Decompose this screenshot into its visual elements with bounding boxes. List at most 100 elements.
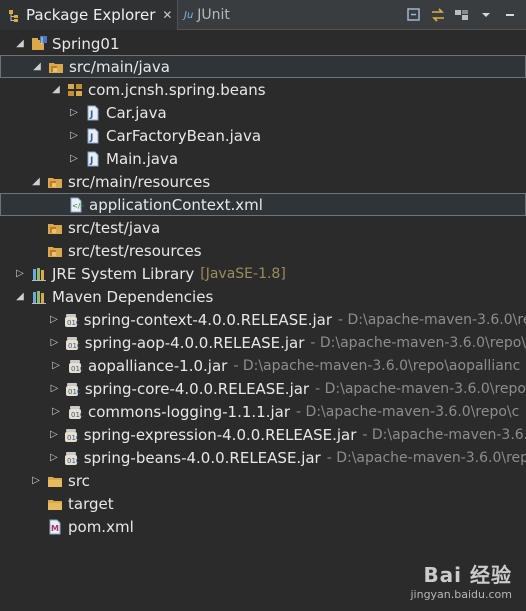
collapsed-twisty-icon[interactable]: ▷ (68, 130, 80, 141)
tree-item[interactable]: target (0, 492, 526, 515)
tree-item[interactable]: ▷ 010 spring-expression-4.0.0.RELEASE.jar -… (0, 423, 526, 446)
collapsed-twisty-icon[interactable]: ▷ (30, 475, 42, 486)
svg-text:010: 010 (68, 388, 80, 396)
svg-text:J: J (89, 133, 93, 143)
svg-text:J: J (89, 156, 93, 166)
expanded-twisty-icon[interactable]: ◢ (30, 176, 42, 187)
expanded-twisty-icon[interactable]: ◢ (50, 84, 62, 95)
collapse-all-icon[interactable] (406, 7, 422, 23)
expanded-twisty-icon[interactable]: ◢ (14, 38, 26, 49)
java-file-icon: J (85, 151, 101, 167)
collapsed-twisty-icon[interactable]: ▷ (50, 429, 58, 440)
collapsed-twisty-icon[interactable]: ▷ (50, 360, 62, 371)
baidu-watermark: Bai 经验 jingyan.baidu.com (410, 559, 512, 601)
svg-text:M: M (51, 524, 59, 533)
focus-icon[interactable] (454, 7, 470, 23)
maven-pom-icon: M (47, 519, 63, 535)
svg-text:J: J (40, 36, 43, 44)
tree-item-label: aopalliance-1.0.jar (88, 356, 228, 375)
collapsed-twisty-icon[interactable]: ▷ (50, 452, 58, 463)
project-icon: J (31, 35, 47, 52)
svg-text:</>: </> (72, 202, 84, 210)
svg-text:010: 010 (71, 365, 83, 373)
tree-item-decoration: - D:\apache-maven-3.6.0\repo\c (296, 403, 520, 420)
tree-item-label: CarFactoryBean.java (106, 126, 262, 145)
svg-text:010: 010 (71, 411, 83, 419)
minimize-icon[interactable] (502, 7, 518, 23)
view-menu-icon[interactable] (478, 7, 494, 23)
tree-item-label: Car.java (106, 103, 167, 122)
tree-item[interactable]: ◢ Maven Dependencies (0, 285, 526, 308)
tree-item-decoration: - D:\apache-maven-3.6.0\rep (326, 449, 526, 466)
tree-item[interactable]: ▷ src (0, 469, 526, 492)
collapsed-twisty-icon[interactable]: ▷ (68, 107, 80, 118)
java-file-icon: J (85, 105, 101, 121)
tree-item-label: pom.xml (68, 517, 134, 536)
tree-item[interactable]: src/test/resources (0, 239, 526, 262)
source-folder-icon (47, 174, 63, 190)
tree-item-label: Maven Dependencies (52, 287, 214, 306)
tab-package-explorer[interactable]: Package Explorer ✕ (0, 0, 178, 30)
folder-icon (47, 473, 63, 489)
tree-item[interactable]: ▷ J Main.java (0, 147, 526, 170)
folder-icon (47, 496, 63, 512)
tree-item-label: com.jcnsh.spring.beans (88, 80, 266, 99)
view-tab-bar: Package Explorer ✕ Ju JUnit (0, 0, 526, 30)
tree-item[interactable]: </> applicationContext.xml (0, 193, 526, 216)
svg-text:010: 010 (67, 457, 79, 465)
watermark-sub: jingyan.baidu.com (410, 588, 512, 601)
expanded-twisty-icon[interactable]: ◢ (14, 291, 26, 302)
tree-item[interactable]: ▷ J CarFactoryBean.java (0, 124, 526, 147)
tree-item-decoration: [JavaSE-1.8] (200, 265, 286, 282)
tree-item-label: src/main/java (69, 57, 170, 76)
tree-item[interactable]: ▷ JRE System Library [JavaSE-1.8] (0, 262, 526, 285)
tree-item-label: src/main/resources (68, 172, 211, 191)
source-folder-icon (47, 243, 63, 259)
tree-item-label: Main.java (106, 149, 179, 168)
tree-item-label: spring-aop-4.0.0.RELEASE.jar (84, 333, 305, 352)
tree-item-decoration: - D:\apache-maven-3.6.0\re (338, 311, 526, 328)
tree-item-decoration: - D:\apache-maven-3.6.0\repo\ (310, 334, 526, 351)
jar-icon: 010 (67, 404, 84, 420)
svg-text:010: 010 (67, 434, 79, 442)
tree-item[interactable]: ◢ src/main/resources (0, 170, 526, 193)
tree-item[interactable]: ◢ com.jcnsh.spring.beans (0, 78, 526, 101)
watermark-main: Bai 经验 (423, 563, 512, 587)
tree-item[interactable]: ▷ 010 aopalliance-1.0.jar - D:\apache-maven… (0, 354, 526, 377)
tab-label: Package Explorer (26, 6, 156, 24)
svg-text:010: 010 (67, 319, 79, 327)
jar-icon: 010 (63, 450, 80, 466)
library-icon (31, 266, 47, 282)
link-with-editor-icon[interactable] (430, 7, 446, 23)
tree-item[interactable]: Mpom.xml (0, 515, 526, 538)
tree-item[interactable]: ▷ J Car.java (0, 101, 526, 124)
close-icon[interactable]: ✕ (162, 8, 172, 22)
tree-item[interactable]: ▷ 010 spring-aop-4.0.0.RELEASE.jar - D:\apa… (0, 331, 526, 354)
tree-item-label: spring-expression-4.0.0.RELEASE.jar (83, 425, 357, 444)
collapsed-twisty-icon[interactable]: ▷ (50, 383, 59, 394)
library-icon (31, 289, 47, 305)
junit-icon: Ju (184, 9, 194, 21)
collapsed-twisty-icon[interactable]: ▷ (14, 268, 26, 279)
source-folder-icon (48, 59, 64, 75)
tree-item[interactable]: ▷ 010 spring-core-4.0.0.RELEASE.jar - D:\ap… (0, 377, 526, 400)
expanded-twisty-icon[interactable]: ◢ (31, 61, 43, 72)
svg-text:J: J (89, 110, 93, 120)
tree-item[interactable]: ▷ 010 spring-context-4.0.0.RELEASE.jar - D:… (0, 308, 526, 331)
tree-item-label: commons-logging-1.1.1.jar (88, 402, 291, 421)
collapsed-twisty-icon[interactable]: ▷ (50, 314, 58, 325)
tree-item[interactable]: ▷ 010 commons-logging-1.1.1.jar - D:\apache… (0, 400, 526, 423)
tree-item-label: spring-beans-4.0.0.RELEASE.jar (83, 448, 321, 467)
collapsed-twisty-icon[interactable]: ▷ (68, 153, 80, 164)
tab-junit[interactable]: Ju JUnit (180, 0, 270, 30)
tree-item[interactable]: ▷ 010 spring-beans-4.0.0.RELEASE.jar - D:\a… (0, 446, 526, 469)
tree-item-label: src/test/java (68, 218, 161, 237)
package-tree: ◢ J Spring01 ◢ src/main/java ◢ com.jcnsh.sprin… (0, 30, 526, 611)
svg-text:010: 010 (68, 342, 80, 350)
tree-item-label: src/test/resources (68, 241, 202, 260)
tree-item[interactable]: ◢ J Spring01 (0, 32, 526, 55)
collapsed-twisty-icon[interactable]: ▷ (50, 406, 62, 417)
tree-item[interactable]: ◢ src/main/java (0, 55, 526, 78)
collapsed-twisty-icon[interactable]: ▷ (50, 337, 59, 348)
tree-item[interactable]: src/test/java (0, 216, 526, 239)
